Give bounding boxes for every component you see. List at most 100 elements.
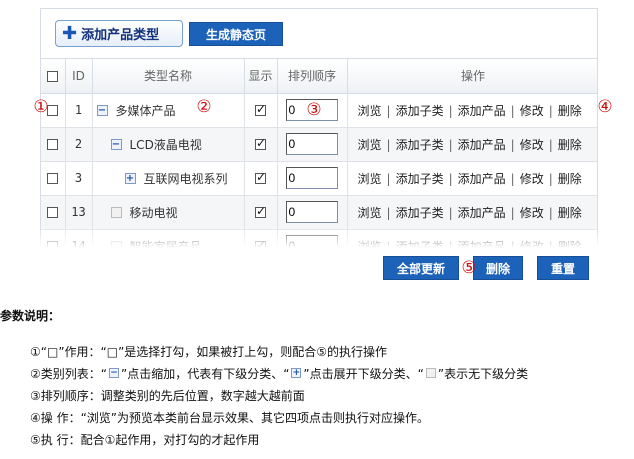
ops-separator: |	[386, 205, 391, 220]
op-link[interactable]: 删除	[558, 206, 582, 220]
select-all-checkbox[interactable]	[47, 70, 59, 82]
op-link[interactable]: 修改	[520, 104, 544, 118]
header-id: ID	[65, 59, 93, 94]
delete-button[interactable]: 删除	[473, 256, 523, 280]
op-link[interactable]: 添加产品	[458, 138, 506, 152]
op-link[interactable]: 添加子类	[396, 138, 444, 152]
op-link[interactable]: 添加子类	[396, 172, 444, 186]
ops-separator: |	[548, 103, 553, 118]
marker-5: ⑤	[461, 258, 477, 278]
row-name: LCD液晶电视	[129, 137, 202, 152]
row-show-cell[interactable]	[244, 161, 278, 196]
show-checkbox[interactable]	[255, 102, 266, 116]
row-name-cell: 移动电视	[92, 195, 245, 230]
row-show-cell[interactable]	[244, 127, 278, 162]
ops-separator: |	[386, 103, 391, 118]
op-link[interactable]: 浏览	[358, 206, 382, 220]
table-header-row: ID 类型名称 显示 排列顺序 操作	[41, 59, 597, 94]
table-row: 3 + 互联网电视系列 浏览 | 添加子类 | 添加产品 | 修改 | 删除	[41, 161, 597, 196]
row-id: 3	[65, 161, 93, 196]
row-id: 1	[65, 93, 93, 128]
row-select-cell[interactable]	[41, 195, 66, 230]
show-checkbox[interactable]	[255, 170, 266, 184]
op-link[interactable]: 删除	[558, 104, 582, 118]
add-product-type-label: 添加产品类型	[81, 28, 160, 43]
order-input[interactable]	[285, 133, 338, 155]
show-checkbox[interactable]	[255, 136, 266, 150]
ops-separator: |	[510, 137, 515, 152]
row-ops: 浏览 | 添加子类 | 添加产品 | 修改 | 删除	[347, 195, 597, 230]
add-product-type-button[interactable]: ✚ 添加产品类型	[55, 20, 183, 47]
update-all-button[interactable]: 全部更新	[383, 256, 459, 280]
op-link[interactable]: 浏览	[358, 104, 382, 118]
header-select-all[interactable]	[41, 59, 66, 94]
row-ops: 浏览 | 添加子类 | 添加产品 | 修改 | 删除	[347, 161, 597, 196]
ops-separator: |	[448, 137, 453, 152]
ops-separator: |	[448, 171, 453, 186]
generate-static-page-button[interactable]: 生成静态页	[189, 22, 283, 46]
plus-icon: ✚	[62, 22, 78, 44]
row-id: 2	[65, 127, 93, 162]
row-show-cell[interactable]	[244, 195, 278, 230]
op-link[interactable]: 修改	[520, 172, 544, 186]
ops-separator: |	[448, 103, 453, 118]
ops-separator: |	[510, 103, 515, 118]
row-select-checkbox[interactable]	[47, 139, 59, 150]
table-row: 2 −LCD液晶电视 浏览 | 添加子类 | 添加产品 | 修改 | 删除	[41, 127, 597, 162]
ops-separator: |	[510, 205, 515, 220]
op-link[interactable]: 添加子类	[396, 206, 444, 220]
row-name: 移动电视	[129, 205, 178, 220]
op-link[interactable]: 删除	[558, 172, 582, 186]
collapse-icon[interactable]: −	[110, 138, 122, 150]
op-link[interactable]: 浏览	[358, 138, 382, 152]
row-order-cell	[277, 127, 348, 162]
explanation-line-5: ⑤执 行：配合①起作用，对打勾的才起作用	[30, 432, 260, 447]
explanation-line-2b: ”点击缩加，代表有下级分类、“	[120, 366, 290, 381]
explanation-line-1: ①“□”作用：“□”是选择打勾，如果被打上勾，则配合⑤的执行操作	[30, 344, 388, 359]
table-row: 13 移动电视 浏览 | 添加子类 | 添加产品 | 修改 | 删除	[41, 195, 597, 230]
op-link[interactable]: 添加产品	[458, 172, 506, 186]
row-select-checkbox[interactable]	[47, 173, 59, 184]
expand-icon[interactable]: +	[124, 172, 136, 184]
op-link[interactable]: 修改	[520, 138, 544, 152]
explanation-line-2c: ”点击展开下级分类、“	[303, 366, 424, 381]
ops-separator: |	[548, 137, 553, 152]
op-link[interactable]: 删除	[558, 138, 582, 152]
explanation-line-2a: ②类别列表：“	[30, 366, 107, 381]
row-order-cell	[277, 195, 348, 230]
row-select-checkbox[interactable]	[47, 207, 59, 218]
category-panel: ✚ 添加产品类型 生成静态页 ID 类型名称 显示 排列顺序 操作 1− 多媒体产…	[40, 8, 598, 248]
explanation-title: 参数说明：	[0, 309, 61, 323]
row-id: 13	[65, 195, 93, 230]
header-show: 显示	[244, 59, 278, 94]
ops-separator: |	[510, 171, 515, 186]
op-link[interactable]: 添加产品	[458, 104, 506, 118]
row-name-cell: + 互联网电视系列	[92, 161, 245, 196]
order-input[interactable]	[285, 201, 338, 223]
ops-separator: |	[386, 137, 391, 152]
ops-separator: |	[386, 171, 391, 186]
row-select-cell[interactable]	[41, 127, 66, 162]
order-input[interactable]	[285, 167, 338, 189]
reset-button[interactable]: 重置	[537, 256, 589, 280]
explanation-line-2d: ”表示无下级分类	[437, 366, 529, 381]
marker-3: ③	[306, 100, 322, 120]
collapse-icon: −	[108, 368, 119, 378]
op-link[interactable]: 添加产品	[458, 206, 506, 220]
row-order-cell	[277, 161, 348, 196]
ops-separator: |	[548, 205, 553, 220]
op-link[interactable]: 添加子类	[396, 104, 444, 118]
expand-icon: +	[291, 368, 302, 378]
row-show-cell[interactable]	[244, 93, 278, 128]
op-link[interactable]: 修改	[520, 206, 544, 220]
op-link[interactable]: 浏览	[358, 172, 382, 186]
collapse-icon[interactable]: −	[96, 104, 108, 116]
category-table: ID 类型名称 显示 排列顺序 操作 1−多媒体产品浏览|添加子类|添加产品|修…	[41, 59, 597, 248]
leaf-icon	[425, 368, 436, 378]
row-ops: 浏览 | 添加子类 | 添加产品 | 修改 | 删除	[347, 127, 597, 162]
show-checkbox[interactable]	[255, 204, 266, 218]
marker-2: ②	[196, 97, 212, 117]
marker-1: ①	[33, 97, 49, 117]
row-name-cell: − 多媒体产品	[92, 93, 245, 128]
row-select-cell[interactable]	[41, 161, 66, 196]
